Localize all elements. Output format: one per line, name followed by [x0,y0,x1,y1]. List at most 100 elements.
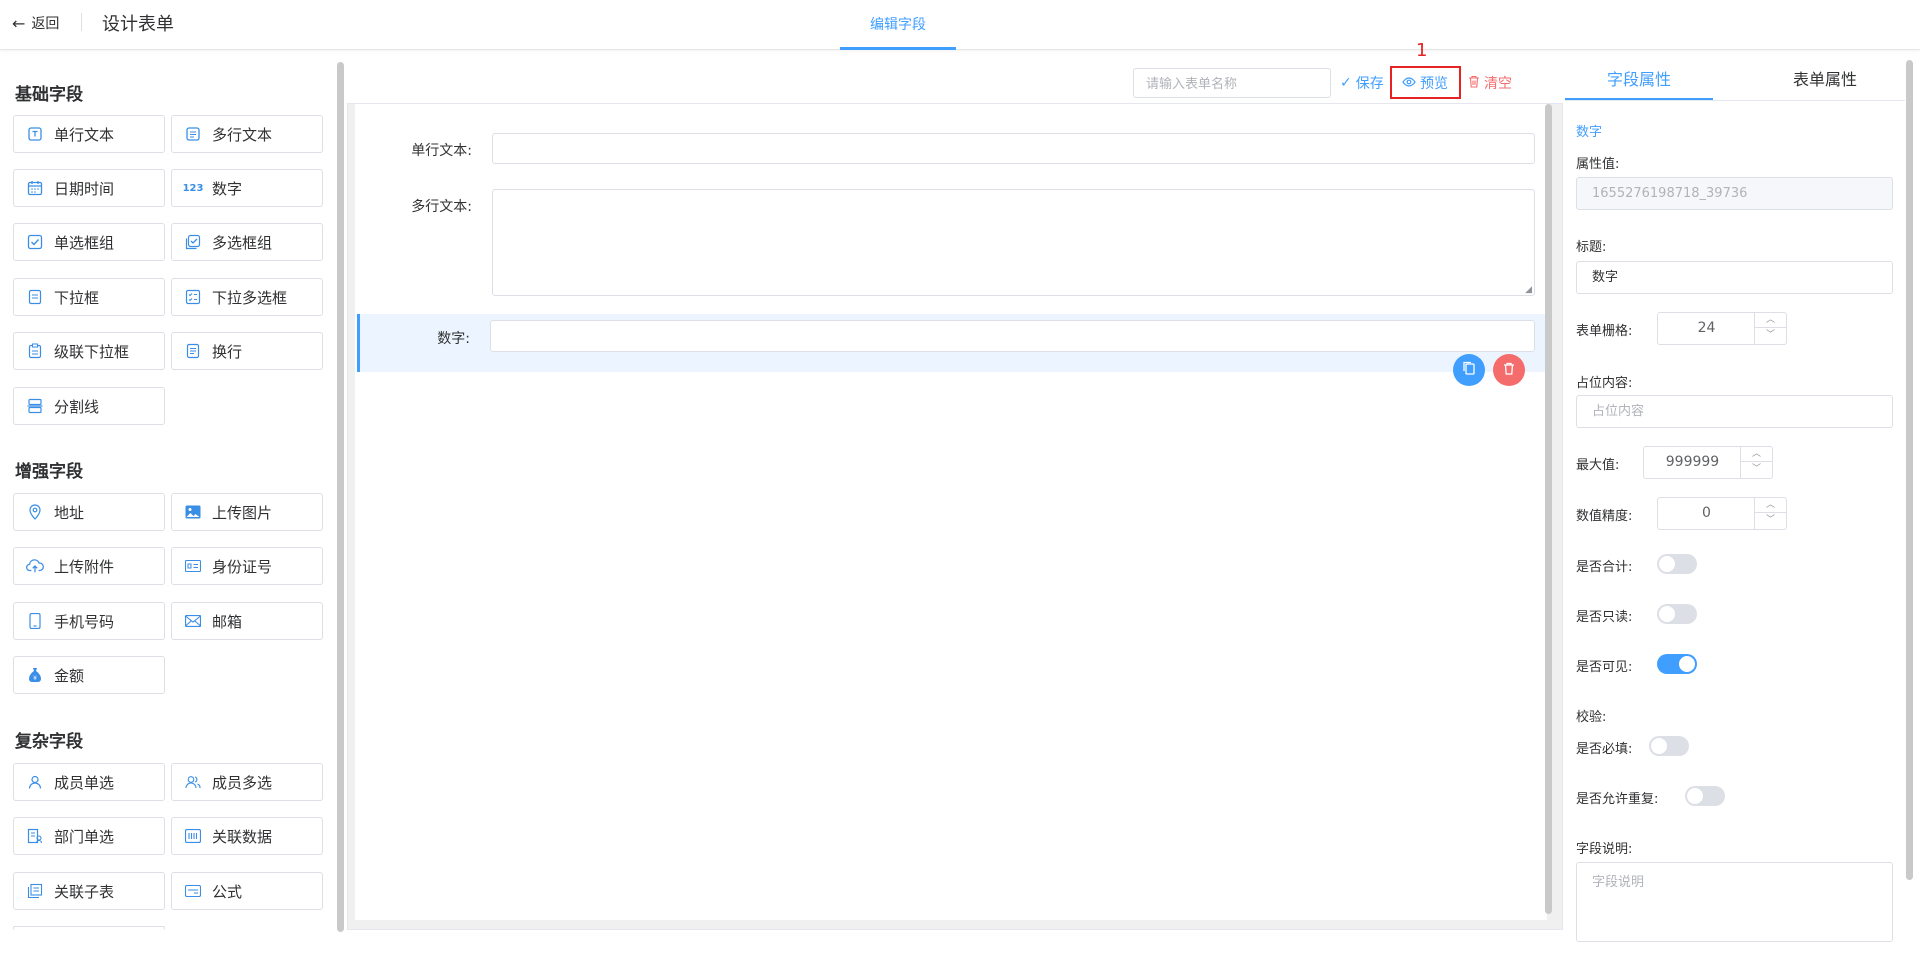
field-label: 关联数据 [212,827,273,846]
field-radio-group[interactable]: 单选框组 [13,223,165,261]
field-upload-attachment[interactable]: 上传附件 [13,547,165,585]
number-input[interactable] [490,320,1535,352]
form-field-label: 单行文本: [411,143,472,159]
save-button[interactable]: ✓ 保存 [1340,73,1384,93]
tab-underline [1565,100,1905,101]
increment-icon[interactable]: ︿ [1755,313,1786,328]
copy-field-button[interactable] [1453,354,1485,386]
field-member-multi[interactable]: 成员多选 [171,763,323,801]
field-label: 换行 [212,342,243,361]
visible-toggle[interactable] [1657,654,1697,674]
radio-check-icon [26,233,44,251]
mail-icon [184,612,202,630]
tab-form-properties[interactable]: 表单属性 [1730,60,1920,100]
subtable-icon [26,882,44,900]
precision-label: 数值精度: [1576,509,1633,524]
field-label: 上传图片 [212,503,273,522]
decrement-icon[interactable]: ﹀ [1755,328,1786,343]
field-amount[interactable]: ¥ 金额 [13,656,165,694]
delete-field-button[interactable] [1493,354,1525,386]
prop-value-input: 1655276198718_39736 [1576,177,1893,210]
department-icon [26,827,44,845]
highlight-box [1390,66,1461,99]
field-label: 日期时间 [54,179,115,198]
title-input[interactable]: 数字 [1576,261,1893,294]
clear-button[interactable]: 清空 [1468,73,1512,93]
field-label: 单选框组 [54,233,115,252]
clear-label: 清空 [1484,76,1512,92]
field-label: 下拉多选框 [212,288,288,307]
field-multi-line-text[interactable]: 多行文本 [171,115,323,153]
readonly-toggle[interactable] [1657,604,1697,624]
field-department-single[interactable]: 部门单选 [13,817,165,855]
single-line-text-input[interactable] [492,133,1535,164]
description-textarea[interactable]: 字段说明 [1576,862,1893,942]
precision-stepper[interactable]: 0 ︿ ﹀ [1657,497,1787,530]
form-field-label: 数字: [437,331,470,347]
description-label: 字段说明: [1576,842,1633,857]
field-label: 部门单选 [54,827,115,846]
trash-icon [1503,362,1515,379]
required-toggle[interactable] [1649,736,1689,756]
field-address[interactable]: 地址 [13,493,165,531]
trash-icon [1468,75,1480,92]
field-cascader[interactable]: 级联下拉框 [13,332,165,370]
field-divider[interactable]: 分割线 [13,387,165,425]
canvas-scrollbar[interactable] [1545,104,1552,914]
grid-stepper[interactable]: 24 ︿ ﹀ [1657,312,1787,345]
decrement-icon[interactable]: ﹀ [1755,513,1786,528]
panel-scrollbar[interactable] [1906,60,1913,880]
field-label: 数字 [212,179,243,198]
tab-edit-fields[interactable]: 编辑字段 [840,0,956,50]
field-mobile[interactable]: 手机号码 [13,602,165,640]
stepper-arrows: ︿ ﹀ [1754,313,1786,344]
form-name-input[interactable] [1133,68,1331,98]
field-label: 上传附件 [54,557,115,576]
increment-icon[interactable]: ︿ [1741,447,1772,462]
grid-label: 表单栅格: [1576,324,1633,339]
divider-icon [26,397,44,415]
id-card-icon [184,557,202,575]
multi-line-text-area[interactable]: ◢ [492,189,1535,296]
field-id-number[interactable]: 身份证号 [171,547,323,585]
back-label: 返回 [31,16,60,32]
field-partial-hidden[interactable] [13,926,165,930]
field-member-single[interactable]: 成员单选 [13,763,165,801]
image-icon [184,503,202,521]
field-formula[interactable]: 公式 [171,872,323,910]
field-number[interactable]: 123 数字 [171,169,323,207]
multi-select-icon [184,288,202,306]
field-multi-select[interactable]: 下拉多选框 [171,278,323,316]
title-label: 标题: [1576,240,1607,255]
field-single-line-text[interactable]: 单行文本 [13,115,165,153]
placeholder-input[interactable]: 占位内容 [1576,395,1893,428]
field-related-subtable[interactable]: 关联子表 [13,872,165,910]
field-label: 邮箱 [212,612,243,631]
field-checkbox-group[interactable]: 多选框组 [171,223,323,261]
repeat-label: 是否允许重复: [1576,792,1659,807]
decrement-icon[interactable]: ﹀ [1741,462,1772,477]
tab-field-properties[interactable]: 字段属性 [1565,60,1713,100]
max-stepper[interactable]: 999999 ︿ ﹀ [1643,446,1773,479]
group-title-enhanced: 增强字段 [15,462,83,482]
field-upload-image[interactable]: 上传图片 [171,493,323,531]
field-related-data[interactable]: 关联数据 [171,817,323,855]
repeat-toggle[interactable] [1685,786,1725,806]
field-email[interactable]: 邮箱 [171,602,323,640]
field-select[interactable]: 下拉框 [13,278,165,316]
field-line-break[interactable]: 换行 [171,332,323,370]
formula-icon [184,882,202,900]
mobile-phone-icon [26,612,44,630]
field-label: 公式 [212,882,243,901]
required-label: 是否必填: [1576,742,1633,757]
max-label: 最大值: [1576,458,1620,473]
back-button[interactable]: ← 返回 [12,13,59,33]
users-icon [184,773,202,791]
line-break-icon [184,342,202,360]
field-datetime[interactable]: 日期时间 [13,169,165,207]
validate-label: 校验: [1576,710,1607,725]
sum-toggle[interactable] [1657,554,1697,574]
precision-value: 0 [1702,505,1711,521]
left-scrollbar[interactable] [337,62,344,932]
increment-icon[interactable]: ︿ [1755,498,1786,513]
